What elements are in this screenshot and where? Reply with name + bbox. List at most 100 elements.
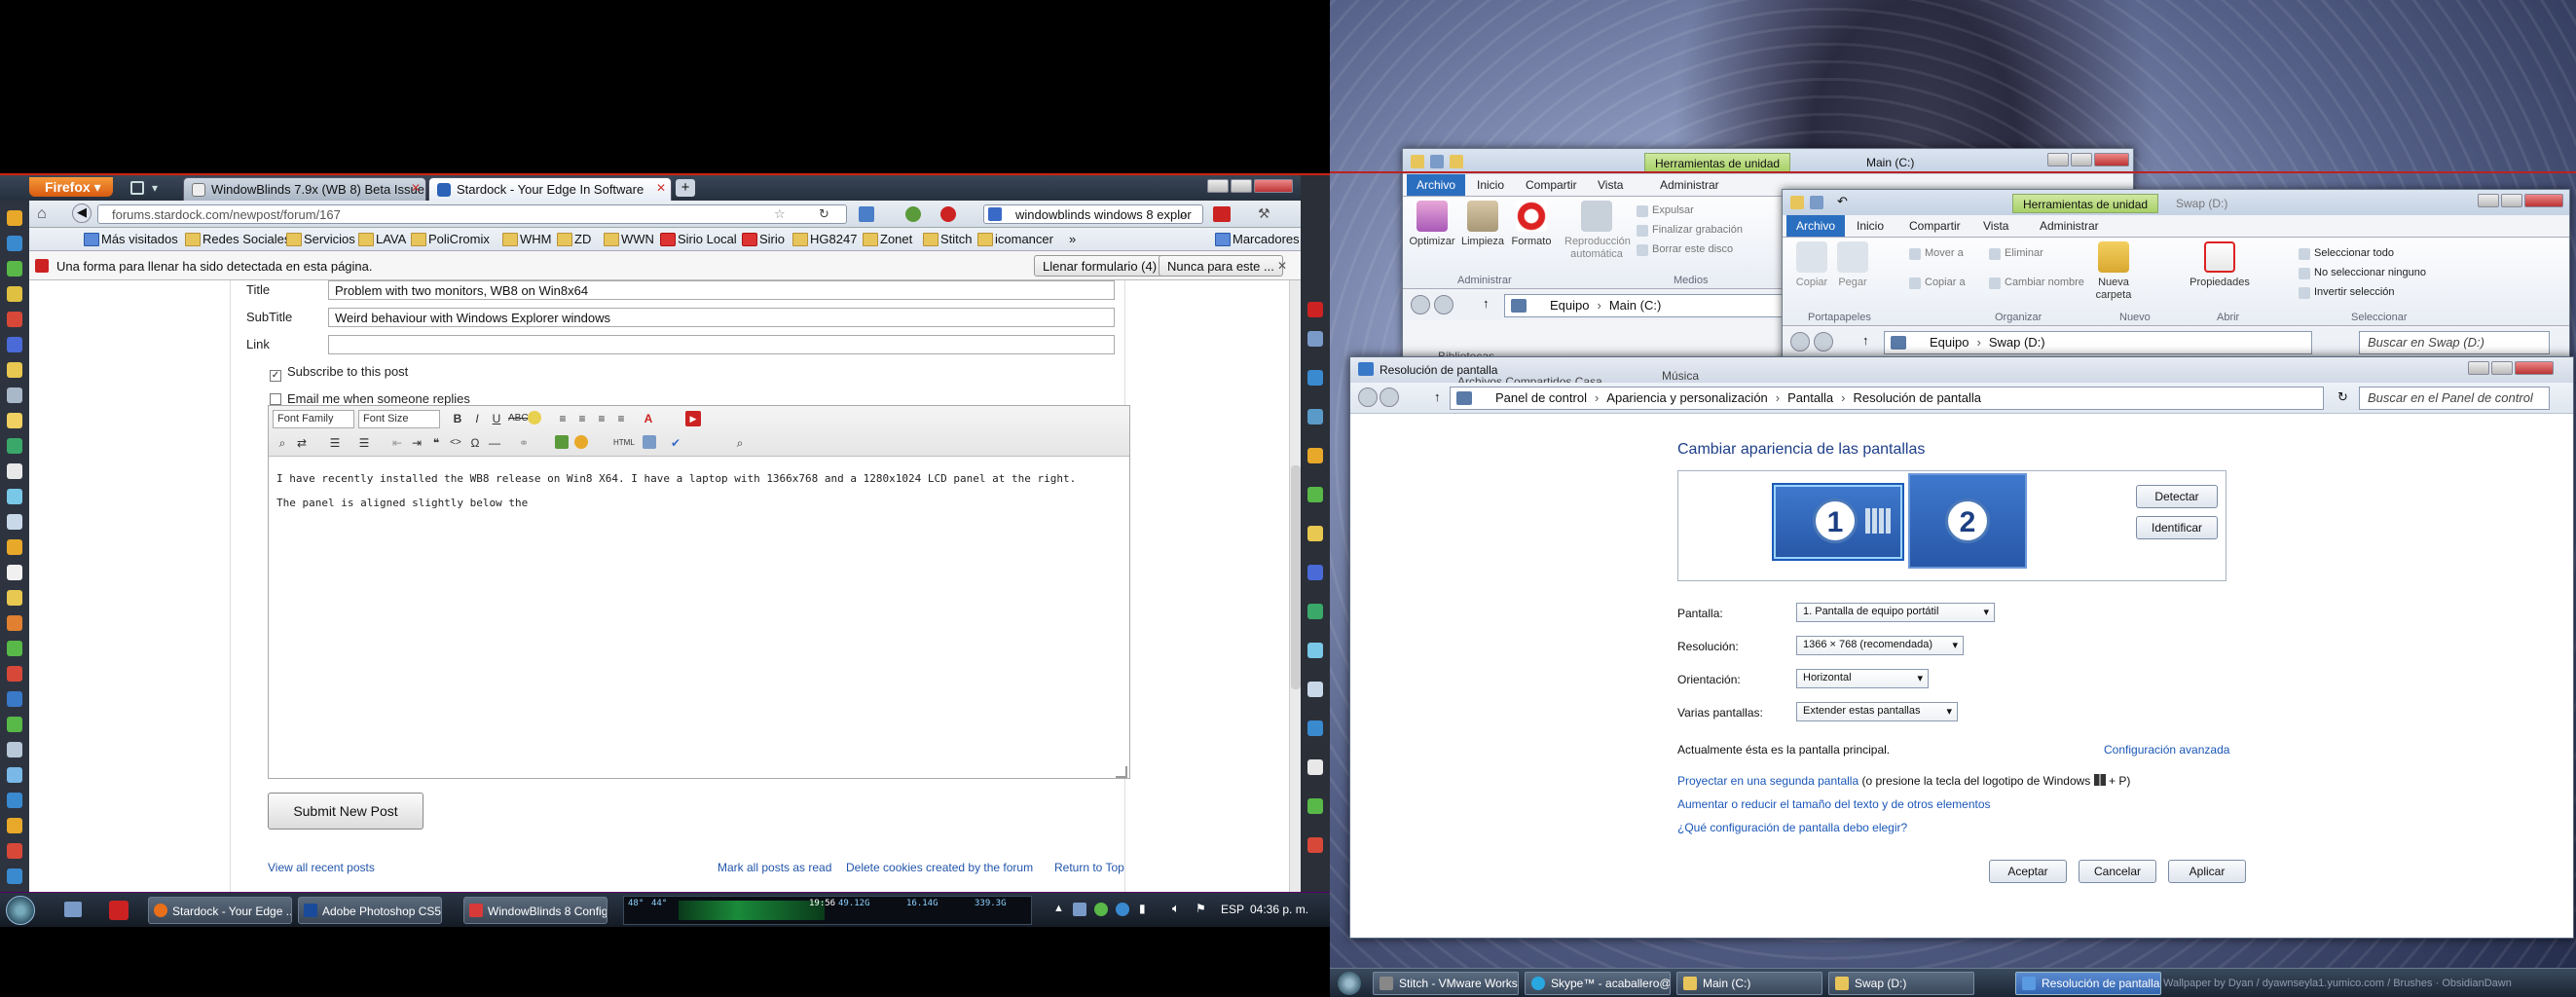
sidebar-app-icon[interactable] xyxy=(7,641,22,656)
up-icon[interactable]: ↑ xyxy=(1434,389,1441,404)
highlight-icon[interactable] xyxy=(528,411,541,425)
monitor-2[interactable]: 2 xyxy=(1908,473,2027,569)
sidebar-app-icon[interactable] xyxy=(7,590,22,606)
link-icon[interactable]: ⚭ xyxy=(516,435,532,451)
dialog-maximize-button[interactable] xyxy=(2491,361,2513,375)
taskbar-item-windowblinds[interactable]: WindowBlinds 8 Config... xyxy=(463,897,607,924)
start-button[interactable] xyxy=(6,896,35,925)
cleanup-button[interactable]: Limpieza xyxy=(1457,201,1508,248)
code-icon[interactable]: <> xyxy=(448,435,463,451)
dock-app-icon[interactable] xyxy=(1307,526,1323,541)
ribbon-tab-file[interactable]: Archivo xyxy=(1407,174,1466,196)
sidebar-app-icon[interactable] xyxy=(7,261,22,277)
text-color-icon[interactable]: A xyxy=(641,411,656,426)
spellcheck-icon[interactable]: ✔ xyxy=(668,435,683,451)
strikethrough-icon[interactable]: ABC xyxy=(508,411,529,426)
dock-app-icon[interactable] xyxy=(1307,487,1323,502)
breadcrumb-item[interactable]: Equipo xyxy=(1930,335,1969,350)
sidebar-app-icon[interactable] xyxy=(7,413,22,428)
bookmark-most-visited[interactable]: Más visitados xyxy=(82,232,178,246)
dock-app-icon[interactable] xyxy=(1307,759,1323,775)
numbered-list-icon[interactable]: ☰ xyxy=(356,435,372,451)
forward-icon[interactable] xyxy=(1814,332,1833,351)
email-checkbox[interactable] xyxy=(270,393,281,405)
clock[interactable]: 04:36 p. m. xyxy=(1250,903,1308,916)
dock-app-icon[interactable] xyxy=(1307,798,1323,814)
breadcrumb-item[interactable]: Resolución de pantalla xyxy=(1853,390,1981,405)
ribbon-tab-home[interactable]: Inicio xyxy=(1847,215,1894,237)
sidebar-app-icon[interactable] xyxy=(7,767,22,783)
preview-icon[interactable] xyxy=(643,435,656,449)
move-to-button[interactable]: Mover a xyxy=(1909,247,1964,260)
ribbon-tab-view[interactable]: Vista xyxy=(1973,215,2018,237)
mark-all-read-link[interactable]: Mark all posts as read xyxy=(718,861,831,874)
extension-icon[interactable] xyxy=(859,206,874,222)
breadcrumb-item[interactable]: Apariencia y personalización xyxy=(1606,390,1767,405)
align-right-icon[interactable]: ≡ xyxy=(594,411,609,426)
search-engine-icon[interactable] xyxy=(988,207,1002,221)
ribbon-tab-share[interactable]: Compartir xyxy=(1899,215,1970,237)
html-icon[interactable]: HTML xyxy=(613,435,635,451)
back-icon[interactable] xyxy=(1411,295,1430,314)
url-bar[interactable]: forums.stardock.com/newpost/forum/167 ☆ … xyxy=(97,204,847,224)
project-second-screen-link[interactable]: Proyectar en una segunda pantalla xyxy=(1677,774,1858,788)
quick-access-icon[interactable] xyxy=(1430,155,1444,168)
paste-button[interactable]: Pegar xyxy=(1827,241,1878,289)
dock-app-icon[interactable] xyxy=(1307,370,1323,386)
ok-button[interactable]: Aceptar xyxy=(1989,860,2067,883)
delete-cookies-link[interactable]: Delete cookies created by the forum xyxy=(846,861,1033,874)
quick-access-icon[interactable] xyxy=(1450,155,1463,168)
bookmark-folder[interactable]: WHM xyxy=(500,232,552,246)
dock-app-icon[interactable] xyxy=(1307,331,1323,347)
up-icon[interactable]: ↑ xyxy=(1862,333,1869,348)
flag-extension-icon[interactable] xyxy=(1213,206,1231,222)
resolution-select[interactable]: 1366 × 768 (recomendada) xyxy=(1796,636,1964,655)
advanced-settings-link[interactable]: Configuración avanzada xyxy=(2104,743,2229,757)
explorer-search-box[interactable]: Buscar en Swap (D:) xyxy=(2359,331,2550,354)
taskbar-item-main-c[interactable]: Main (C:) xyxy=(1676,972,1822,995)
desktop-icon[interactable] xyxy=(64,902,82,917)
breadcrumb-item[interactable]: Main (C:) xyxy=(1609,298,1661,313)
sidebar-app-icon[interactable] xyxy=(7,210,22,226)
taskbar-item-firefox[interactable]: Stardock - Your Edge ... xyxy=(148,897,292,924)
explorer-swap-maximize-button[interactable] xyxy=(2501,194,2522,207)
bookmark-folder[interactable]: Redes Sociales xyxy=(183,232,290,246)
control-panel-search-box[interactable]: Buscar en el Panel de control xyxy=(2359,387,2550,410)
multiple-displays-select[interactable]: Extender estas pantallas xyxy=(1796,702,1958,721)
dock-app-icon[interactable] xyxy=(1307,682,1323,697)
sidebar-app-icon[interactable] xyxy=(7,666,22,682)
delete-button[interactable]: Eliminar xyxy=(1989,247,2043,260)
close-button[interactable] xyxy=(1254,179,1293,193)
notification-close-icon[interactable]: ✕ xyxy=(1277,259,1287,273)
orientation-select[interactable]: Horizontal xyxy=(1796,669,1929,688)
screen-select[interactable]: 1. Pantalla de equipo portátil xyxy=(1796,603,1995,622)
dock-app-icon[interactable] xyxy=(1307,448,1323,463)
eject-button[interactable]: Expulsar xyxy=(1637,204,1694,217)
tray-app-icon[interactable] xyxy=(1116,903,1129,916)
back-icon[interactable] xyxy=(1790,332,1810,351)
optimize-button[interactable]: Optimizar xyxy=(1407,201,1457,248)
dock-app-icon[interactable] xyxy=(1307,604,1323,619)
search-icon[interactable]: ⌕ xyxy=(1180,206,1187,222)
finish-burning-button[interactable]: Finalizar grabación xyxy=(1637,224,1743,237)
bookmark-star-icon[interactable]: ☆ xyxy=(774,206,786,222)
bold-icon[interactable]: B xyxy=(450,411,465,426)
sidebar-app-icon[interactable] xyxy=(7,286,22,302)
tab-list-icon[interactable]: ▾ xyxy=(152,181,166,195)
explorer-main-close-button[interactable] xyxy=(2094,153,2129,166)
dialog-close-button[interactable] xyxy=(2515,361,2554,375)
breadcrumb-item[interactable]: Equipo xyxy=(1550,298,1589,313)
indent-icon[interactable]: ⇥ xyxy=(409,435,424,451)
ribbon-tab-manage[interactable]: Administrar xyxy=(2030,215,2109,237)
bookmark-folder[interactable]: LAVA xyxy=(356,232,406,246)
tab-close-icon[interactable]: ✕ xyxy=(411,181,421,195)
ribbon-tab-view[interactable]: Vista xyxy=(1588,174,1633,196)
tray-network-icon[interactable]: ▮ xyxy=(1139,902,1146,915)
panorama-icon[interactable] xyxy=(130,181,144,195)
firefox-menu-button[interactable]: Firefox ▾ xyxy=(29,177,113,197)
editor-body[interactable]: I have recently installed the WB8 releas… xyxy=(276,466,1076,515)
sidebar-app-icon[interactable] xyxy=(7,843,22,859)
title-input[interactable]: Problem with two monitors, WB8 on Win8x6… xyxy=(328,280,1115,300)
sidebar-app-icon[interactable] xyxy=(7,793,22,808)
align-center-icon[interactable]: ≡ xyxy=(574,411,590,426)
